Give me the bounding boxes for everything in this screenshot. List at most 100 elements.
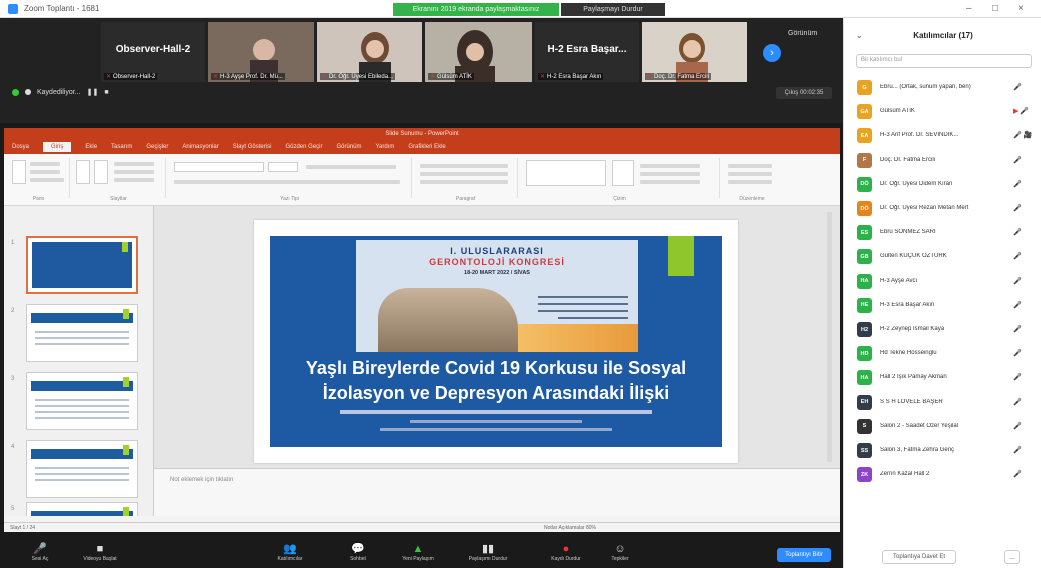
participant-row[interactable]: F Doç. Dr. Fatma Ercili 🎤 xyxy=(844,149,1041,173)
more-options-button[interactable]: ... xyxy=(1004,550,1020,564)
participant-name: Ebru SÖNMEZ SARI xyxy=(880,229,936,236)
participant-row[interactable]: GB Gülten KÜÇÜK ÖZTÜRK 🎤 xyxy=(844,245,1041,269)
participant-status-icons[interactable]: 🎤 xyxy=(1013,252,1022,260)
participant-row[interactable]: GA Gülsüm ATİK ▶ 🎤 xyxy=(844,100,1041,124)
record-dot-icon xyxy=(25,89,31,95)
participant-row[interactable]: HE H-3 Esra Başar Akın 🎤 xyxy=(844,294,1041,318)
participant-row[interactable]: HA Hall 2 Işık Pamay Akman 🎤 xyxy=(844,366,1041,390)
ribbon-group-clipboard[interactable]: Pano xyxy=(8,158,70,202)
minimize-icon[interactable]: – xyxy=(966,3,972,14)
ribbon-group-font[interactable]: Yazı Tipi xyxy=(168,158,412,202)
video-tile[interactable]: ✕ Gülsüm ATİK xyxy=(425,22,532,82)
video-tile[interactable]: H-2 Esra Başar... ✕ H-2 Esra Başar Akın xyxy=(535,22,639,82)
slide-thumbnail[interactable] xyxy=(26,502,138,516)
participant-status-icons[interactable]: 🎤 xyxy=(1013,325,1022,333)
participant-row[interactable]: ZK Zerrin Kazal Hall 2 🎤 xyxy=(844,463,1041,487)
participant-avatar: EA xyxy=(857,128,872,144)
start-video-button[interactable]: ■ Videoyu Başlat xyxy=(72,543,128,562)
tab-view[interactable]: Görünüm xyxy=(336,144,361,150)
participant-row[interactable]: HD Hd Tekne Hosseinglu 🎤 xyxy=(844,342,1041,366)
participant-row[interactable]: H2 H-2 Zeynep Ismail Kaya 🎤 xyxy=(844,318,1041,342)
slide-thumbnail[interactable] xyxy=(26,236,138,294)
ribbon-group-slides[interactable]: Slaytlar xyxy=(72,158,166,202)
tab-animations[interactable]: Animasyonlar xyxy=(182,144,218,150)
tab-design[interactable]: Tasarım xyxy=(111,144,132,150)
participant-status-icons[interactable]: 🎤 xyxy=(1013,301,1022,309)
new-share-button[interactable]: ▲ Yeni Paylaşım xyxy=(390,543,446,562)
ribbon-group-editing[interactable]: Düzenleme xyxy=(722,158,782,202)
stop-recording-button[interactable]: ● Kaydı Durdur xyxy=(538,543,594,562)
tab-insert[interactable]: Ekle xyxy=(85,144,97,150)
participant-row[interactable]: G Ebru... (Ortak, sunum yapan, ben) 🎤 xyxy=(844,76,1041,100)
participant-status-icons[interactable]: 🎤 xyxy=(1013,156,1022,164)
video-tile[interactable]: ✕ H-3 Ayşe Prof. Dr. Mü... xyxy=(208,22,314,82)
view-button[interactable]: Görünüm xyxy=(788,30,817,37)
participant-status-icons[interactable]: 🎤 xyxy=(1013,470,1022,478)
participant-status-icons[interactable]: ▶ 🎤 xyxy=(1013,107,1029,115)
participant-row[interactable]: ES Ebru SÖNMEZ SARI 🎤 xyxy=(844,221,1041,245)
participant-status-icons[interactable]: 🎤 xyxy=(1013,180,1022,188)
participant-row[interactable]: DÖ Dr. Öğr. Üyesi Didem Kıran 🎤 xyxy=(844,173,1041,197)
participant-status-icons[interactable]: 🎤 xyxy=(1013,446,1022,454)
participant-status-icons[interactable]: 🎤 🎥 xyxy=(1013,131,1032,139)
participant-row[interactable]: S Salon 2 - Saadet Özer Yeşilal 🎤 xyxy=(844,415,1041,439)
stop-recording-button[interactable]: ■ xyxy=(104,89,108,96)
tab-help[interactable]: Yardım xyxy=(375,144,394,150)
slide-canvas[interactable]: I. ULUSLARARASI GERONTOLOJİ KONGRESİ 18-… xyxy=(254,220,738,463)
participant-row[interactable]: SS Salon 3, Fatma Zehra Genç 🎤 xyxy=(844,439,1041,463)
participant-row[interactable]: EH S S H LOVELE BAŞER 🎤 xyxy=(844,391,1041,415)
ribbon-group-paragraph[interactable]: Paragraf xyxy=(414,158,518,202)
status-view-controls[interactable]: Notlar Açıklamalar 80% xyxy=(544,525,596,531)
participant-row[interactable]: DÖ Dr. Öğr. Üyesi Rezan Metan Mert 🎤 xyxy=(844,197,1041,221)
ribbon-group-drawing[interactable]: Çizim xyxy=(520,158,720,202)
tab-slideshow[interactable]: Slayt Gösterisi xyxy=(233,144,272,150)
collapse-chevron-icon[interactable]: ⌄ xyxy=(856,31,863,40)
tab-file[interactable]: Dosya xyxy=(12,144,29,150)
participant-status-icons[interactable]: 🎤 xyxy=(1013,277,1022,285)
participant-status-icons[interactable]: 🎤 xyxy=(1013,228,1022,236)
slide-thumbnail[interactable] xyxy=(26,304,138,362)
participant-status-icons[interactable]: 🎤 xyxy=(1013,422,1022,430)
tab-add-graphics[interactable]: Grafikleri Ekle xyxy=(408,144,445,150)
stop-share-button[interactable]: Paylaşmayı Durdur xyxy=(561,3,665,16)
participant-status-icons[interactable]: 🎤 xyxy=(1013,398,1022,406)
chevron-right-icon[interactable]: › xyxy=(763,44,781,62)
slide-thumbnail[interactable] xyxy=(26,372,138,430)
participant-avatar: ZK xyxy=(857,467,872,483)
video-tile[interactable]: ✕ Doç. Dr. Fatma Ercili xyxy=(642,22,747,82)
pause-share-button[interactable]: ▮▮ Paylaşımı Durdur xyxy=(460,543,516,562)
unmute-button[interactable]: 🎤 Sesi Aç xyxy=(12,543,68,562)
participant-status-icons[interactable]: 🎤 xyxy=(1013,373,1022,381)
participant-status-icons[interactable]: 🎤 xyxy=(1013,349,1022,357)
ppt-ribbon: Pano Slaytlar Yazı Tipi Paragraf Çizim D… xyxy=(4,154,840,206)
exit-timer-badge[interactable]: Çıkış 00:02:35 xyxy=(776,87,832,99)
participants-button[interactable]: 👥 Katılımcılar xyxy=(262,543,318,562)
video-tile[interactable]: Observer-Hall-2 ✕ Observer-Hall-2 xyxy=(101,22,205,82)
tab-review[interactable]: Gözden Geçir xyxy=(285,144,322,150)
participant-search-input[interactable]: Bir katılımcı bul xyxy=(856,54,1032,68)
video-tile[interactable]: ✕ Dr. Öğr. Üyesi Ebileda... xyxy=(317,22,422,82)
participant-row[interactable]: EA H-3 Arif Prof. Dr. SEVİNDİK... 🎤 🎥 xyxy=(844,124,1041,148)
notes-pane[interactable]: Not eklemek için tıklatın xyxy=(154,468,840,516)
pause-recording-button[interactable]: ❚❚ xyxy=(87,88,99,96)
slide-thumbnail[interactable] xyxy=(26,440,138,498)
window-titlebar: Zoom Toplantı - 1681 Ekranını 2019 ekran… xyxy=(0,0,1041,18)
participant-row[interactable]: HA H-3 Ayşe Avcı 🎤 xyxy=(844,270,1041,294)
maximize-icon[interactable]: □ xyxy=(992,3,998,14)
editor-scrollbar[interactable] xyxy=(827,212,832,462)
reactions-button[interactable]: ☺ Tepkiler xyxy=(592,543,648,562)
participant-name: H-3 Arif Prof. Dr. SEVİNDİK... xyxy=(880,132,959,139)
tab-transitions[interactable]: Geçişler xyxy=(146,144,168,150)
chat-button[interactable]: 💬 Sohbet xyxy=(330,543,386,562)
participant-avatar: DÖ xyxy=(857,176,872,192)
participant-avatar: HA xyxy=(857,370,872,386)
tile-big-name: H-2 Esra Başar... xyxy=(547,44,627,55)
recording-indicator: Kaydediliyor... ❚❚ ■ xyxy=(12,88,109,96)
tab-home[interactable]: Giriş xyxy=(43,142,72,152)
participant-status-icons[interactable]: 🎤 xyxy=(1013,204,1022,212)
end-meeting-button[interactable]: Toplantıyı Bitir xyxy=(777,548,831,562)
close-icon[interactable]: × xyxy=(1018,3,1024,14)
slide-title-line1: Yaşlı Bireylerde Covid 19 Korkusu ile So… xyxy=(305,358,687,378)
participant-status-icons[interactable]: 🎤 xyxy=(1013,83,1022,91)
invite-button[interactable]: Toplantıya Davet Et xyxy=(882,550,956,564)
